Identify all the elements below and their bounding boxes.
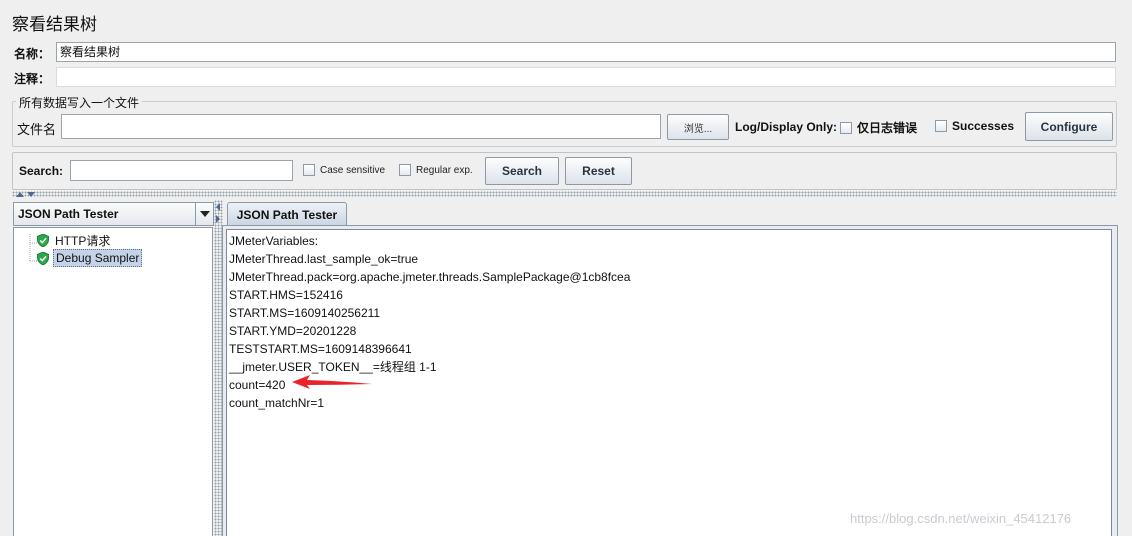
splitter-arrows-icon[interactable]: [14, 190, 38, 198]
case-sensitive-label: Case sensitive: [320, 164, 386, 176]
tree-item-http-request[interactable]: HTTP请求: [37, 231, 112, 250]
errors-only-label: 仅日志错误: [857, 121, 918, 135]
tab-json-path-tester[interactable]: JSON Path Tester: [227, 202, 347, 226]
result-line: START.YMD=20201228: [229, 324, 357, 338]
name-label: 名称：: [14, 47, 51, 61]
horizontal-splitter[interactable]: [12, 191, 1117, 197]
case-sensitive-checkbox[interactable]: [303, 164, 315, 176]
result-line: JMeterThread.pack=org.apache.jmeter.thre…: [229, 270, 631, 284]
success-shield-icon: [37, 251, 49, 265]
sampler-tree: HTTP请求 Debug Sampler: [13, 227, 213, 536]
result-line: JMeterVariables:: [229, 234, 319, 248]
result-line: JMeterThread.last_sample_ok=true: [229, 252, 419, 266]
successes-checkbox[interactable]: [935, 120, 947, 132]
page-title: 察看结果树: [12, 15, 97, 34]
search-button[interactable]: Search: [485, 157, 559, 185]
search-input[interactable]: [70, 160, 293, 181]
comment-label: 注释：: [14, 72, 51, 86]
regex-checkbox[interactable]: [399, 164, 411, 176]
renderer-select-value: JSON Path Tester: [18, 207, 119, 221]
filename-label: 文件名: [17, 122, 57, 137]
result-line: count_matchNr=1: [229, 396, 325, 410]
tree-item-label: HTTP请求: [55, 234, 111, 248]
result-line: TESTSTART.MS=1609148396641: [229, 342, 412, 356]
browse-button[interactable]: 浏览...: [667, 114, 729, 140]
file-group-legend: 所有数据写入一个文件: [16, 94, 143, 111]
annotation-arrow-icon: [292, 375, 372, 389]
successes-option[interactable]: Successes: [935, 119, 1014, 133]
regex-label: Regular exp.: [416, 164, 473, 176]
successes-label: Successes: [952, 119, 1015, 133]
regex-option[interactable]: Regular exp.: [399, 164, 473, 176]
success-shield-icon: [37, 234, 49, 247]
log-display-label: Log/Display Only:: [735, 120, 838, 134]
comment-field[interactable]: [56, 67, 1116, 87]
watermark: https://blog.csdn.net/weixin_45412176: [850, 511, 1072, 526]
result-line: START.MS=1609140256211: [229, 306, 381, 320]
renderer-select[interactable]: JSON Path Tester: [13, 202, 214, 226]
collapse-arrows-icon[interactable]: [214, 202, 222, 226]
configure-button[interactable]: Configure: [1025, 112, 1113, 141]
reset-button[interactable]: Reset: [565, 157, 632, 185]
result-line: START.HMS=152416: [229, 288, 343, 302]
tree-item-debug-sampler[interactable]: Debug Sampler: [37, 249, 143, 267]
filename-field[interactable]: [61, 114, 661, 139]
case-sensitive-option[interactable]: Case sensitive: [303, 164, 385, 176]
errors-only-option[interactable]: 仅日志错误: [840, 119, 917, 136]
tree-item-label: Debug Sampler: [53, 249, 143, 267]
errors-only-checkbox[interactable]: [840, 121, 852, 134]
search-label: Search:: [19, 164, 64, 178]
name-field[interactable]: 察看结果树: [56, 42, 1116, 62]
chevron-down-icon[interactable]: [195, 203, 213, 225]
